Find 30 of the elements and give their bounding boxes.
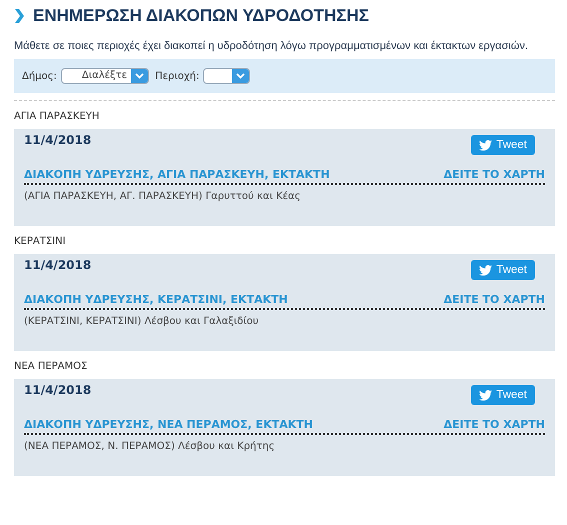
outage-details: (ΚΕΡΑΤΣΙΝΙ, ΚΕΡΑΤΣΙΝΙ) Λέσβου και Γαλαξιδίου <box>24 316 260 327</box>
page-title: ΕΝΗΜΕΡΩΣΗ ΔΙΑΚΟΠΩΝ ΥΔΡΟΔΟΤΗΣΗΣ <box>33 6 369 26</box>
filter-label: Περιοχή: <box>155 70 200 82</box>
filter-label: Δήμος: <box>22 70 57 82</box>
chevron-down-icon <box>236 73 246 79</box>
outage-details: (ΑΓΙΑ ΠΑΡΑΣΚΕΥΗ, ΑΓ. ΠΑΡΑΣΚΕΥΗ) Γαρυττού και Κέας <box>24 191 302 202</box>
area-heading: ΚΕΡΑΤΣΙΝΙ <box>14 235 67 249</box>
map-link[interactable]: ΔΕΙΤΕ ΤΟ ΧΑΡΤΗ <box>444 168 545 181</box>
outage-date: 11/4/2018 <box>24 133 92 147</box>
chevron-down-icon <box>135 73 144 79</box>
map-link[interactable]: ΔΕΙΤΕ ΤΟ ΧΑΡΤΗ <box>444 293 545 306</box>
outage-title-link[interactable]: ΔΙΑΚΟΠΗ ΥΔΡΕΥΣΗΣ, ΑΓΙΑ ΠΑΡΑΣΚΕΥΗ, ΕΚΤΑΚΤΗ <box>24 168 330 181</box>
tweet-button[interactable]: Tweet <box>471 135 535 155</box>
tweet-button[interactable]: Tweet <box>471 260 535 280</box>
map-link[interactable]: ΔΕΙΤΕ ΤΟ ΧΑΡΤΗ <box>444 418 545 431</box>
chevron-icon <box>14 9 24 23</box>
area-heading: ΝΕΑ ΠΕΡΑΜΟΣ <box>14 360 88 374</box>
outage-title-link[interactable]: ΔΙΑΚΟΠΗ ΥΔΡΕΥΣΗΣ, ΝΕΑ ΠΕΡΑΜΟΣ, ΕΚΤΑΚΤΗ <box>24 418 313 431</box>
bird-icon <box>479 390 492 400</box>
page-description: Μάθετε σε ποιες περιοχές έχει διακοπεί η υδροδότηση λόγω προγραμματισμένων και έκτακτων εργασιών. <box>14 40 530 52</box>
dropdown[interactable]: Διαλέξτε <box>60 68 150 84</box>
bird-icon <box>479 140 492 150</box>
outage-date: 11/4/2018 <box>24 383 92 397</box>
bird-icon <box>479 264 492 276</box>
outage-details: (ΝΕΑ ΠΕΡΑΜΟΣ, Ν. ΠΕΡΑΜΟΣ) Λέσβου και Κρήτης <box>24 441 276 452</box>
outage-title-link[interactable]: ΔΙΑΚΟΠΗ ΥΔΡΕΥΣΗΣ, ΚΕΡΑΤΣΙΝΙ, ΕΚΤΑΚΤΗ <box>24 293 288 306</box>
outage-date: 11/4/2018 <box>24 258 92 272</box>
area-heading: ΑΓΙΑ ΠΑΡΑΣΚΕΥΗ <box>14 110 100 124</box>
tweet-button[interactable]: Tweet <box>471 385 535 405</box>
dropdown[interactable] <box>203 68 250 84</box>
